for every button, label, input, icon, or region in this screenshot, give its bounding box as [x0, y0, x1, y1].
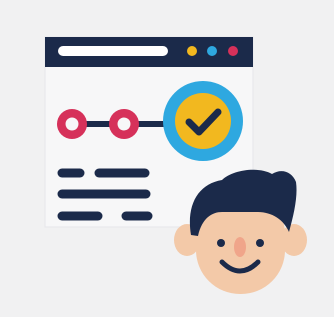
window-dot-yellow — [187, 46, 197, 56]
avatar-eye-right — [256, 239, 264, 247]
illustration-canvas — [44, 36, 307, 294]
avatar-nose — [234, 237, 246, 257]
progress-step-icon — [109, 109, 139, 139]
address-bar-icon — [58, 46, 168, 56]
illustration-background — [0, 0, 334, 317]
checkmark-badge-icon — [163, 81, 243, 161]
window-dot-red — [228, 46, 238, 56]
avatar-eye-left — [217, 239, 225, 247]
window-dot-blue — [207, 46, 217, 56]
progress-step-icon — [57, 109, 87, 139]
